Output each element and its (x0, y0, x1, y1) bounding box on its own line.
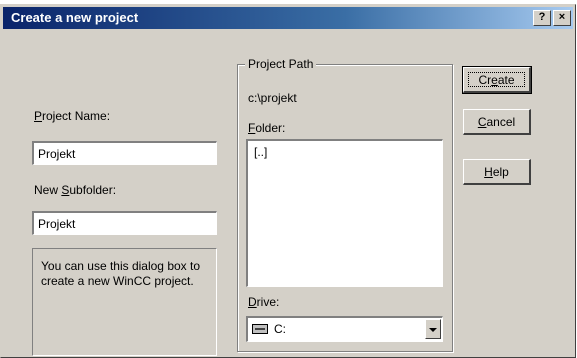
subfolder-input[interactable] (32, 211, 217, 235)
drive-label: Drive: (248, 295, 280, 309)
drive-select[interactable]: C: (246, 316, 443, 342)
folder-list-item[interactable]: [..] (254, 145, 436, 159)
folder-listbox[interactable]: [..] (246, 139, 443, 287)
create-button[interactable]: Create (462, 66, 532, 94)
context-help-button[interactable]: ? (533, 10, 551, 26)
subfolder-label: New Subfolder: (34, 183, 117, 197)
close-button[interactable]: × (553, 10, 571, 26)
project-name-label: Project Name: (34, 109, 111, 123)
project-path-value: c:\projekt (248, 91, 297, 105)
drive-icon (252, 324, 268, 334)
chevron-down-icon[interactable] (425, 319, 441, 339)
create-project-dialog: Create a new project ? × Project Name: N… (0, 4, 576, 358)
title-bar-buttons: ? × (533, 10, 571, 26)
help-button[interactable]: Help (463, 159, 531, 185)
info-text: You can use this dialog box to create a … (41, 259, 201, 288)
folder-label: Folder: (248, 121, 286, 135)
dialog-title: Create a new project (11, 10, 139, 25)
project-path-legend: Project Path (245, 57, 317, 71)
drive-selected-value: C: (274, 322, 286, 336)
project-name-input[interactable] (32, 141, 217, 165)
info-box: You can use this dialog box to create a … (32, 248, 217, 356)
title-bar[interactable]: Create a new project ? × (3, 7, 573, 29)
cancel-button[interactable]: Cancel (463, 109, 531, 135)
